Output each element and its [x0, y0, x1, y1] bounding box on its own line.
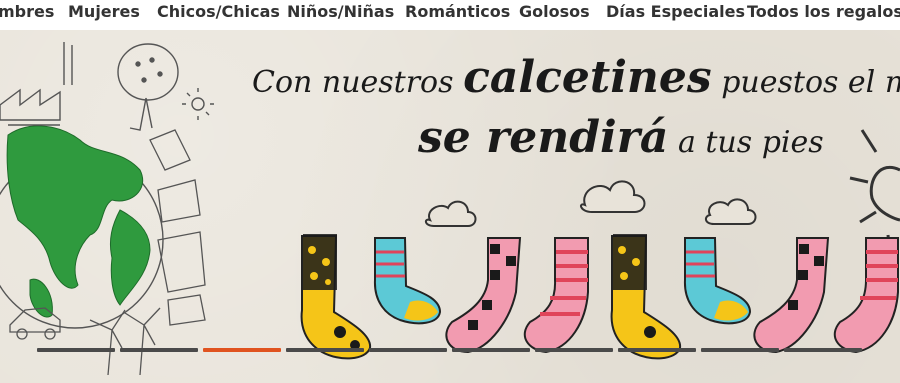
nav-item-mujeres[interactable]: Mujeres	[68, 2, 140, 21]
small-sun-icon	[182, 88, 214, 120]
nav-item-dias-especiales[interactable]: Días Especiales	[606, 2, 745, 21]
slider-dot[interactable]	[369, 348, 447, 352]
headline-emphasis: se rendirá	[418, 112, 669, 163]
sock-yellow-icon	[300, 234, 372, 360]
tree-icon	[117, 43, 179, 131]
sock-teal-icon	[373, 237, 442, 325]
sock-red-stripes-icon	[833, 237, 899, 354]
slider-dot[interactable]	[784, 348, 862, 352]
top-navigation: mbres Mujeres Chicos/Chicas Niños/Niñas …	[0, 0, 900, 30]
factory-icon	[0, 42, 73, 126]
headline-text: puestos el mu	[721, 65, 900, 100]
nav-item-golosos[interactable]: Golosos	[519, 2, 590, 21]
sock-teal-icon	[683, 237, 752, 325]
slider-dot[interactable]	[535, 348, 613, 352]
nav-item-hombres[interactable]: mbres	[0, 2, 54, 21]
sun-icon	[849, 129, 900, 256]
headline-emphasis: calcetines	[463, 52, 712, 103]
banner-headline-line2: se rendirá a tus pies	[418, 112, 824, 163]
slider-dot-active[interactable]	[203, 348, 281, 352]
slider-dot[interactable]	[120, 348, 198, 352]
headline-text: Con nuestros	[252, 65, 464, 100]
nav-item-todos-los-regalos[interactable]: Todos los regalos	[747, 2, 900, 21]
slider-dot[interactable]	[286, 348, 364, 352]
sock-pink-icon	[753, 237, 830, 354]
banner-headline-line1: Con nuestros calcetines puestos el mu	[252, 52, 900, 103]
slider-dot[interactable]	[618, 348, 696, 352]
slider-dot[interactable]	[37, 348, 115, 352]
slider-pagination	[0, 348, 900, 354]
wind-turbine-icon	[89, 307, 161, 376]
nav-item-ninos-ninas[interactable]: Niños/Niñas	[287, 2, 394, 21]
sock-pink-icon	[445, 237, 522, 354]
sock-red-stripes-icon	[523, 237, 589, 354]
sock-yellow-icon	[610, 234, 682, 360]
slider-dot[interactable]	[701, 348, 779, 352]
buildings-icon	[149, 129, 206, 326]
slider-dot[interactable]	[452, 348, 530, 352]
nav-item-chicos-chicas[interactable]: Chicos/Chicas	[157, 2, 280, 21]
nav-item-romanticos[interactable]: Románticos	[405, 2, 510, 21]
earth-icon	[0, 125, 164, 329]
cloud-icon	[424, 180, 757, 227]
headline-text: a tus pies	[668, 125, 824, 160]
hero-banner[interactable]: Con nuestros calcetines puestos el mu se…	[0, 30, 900, 383]
